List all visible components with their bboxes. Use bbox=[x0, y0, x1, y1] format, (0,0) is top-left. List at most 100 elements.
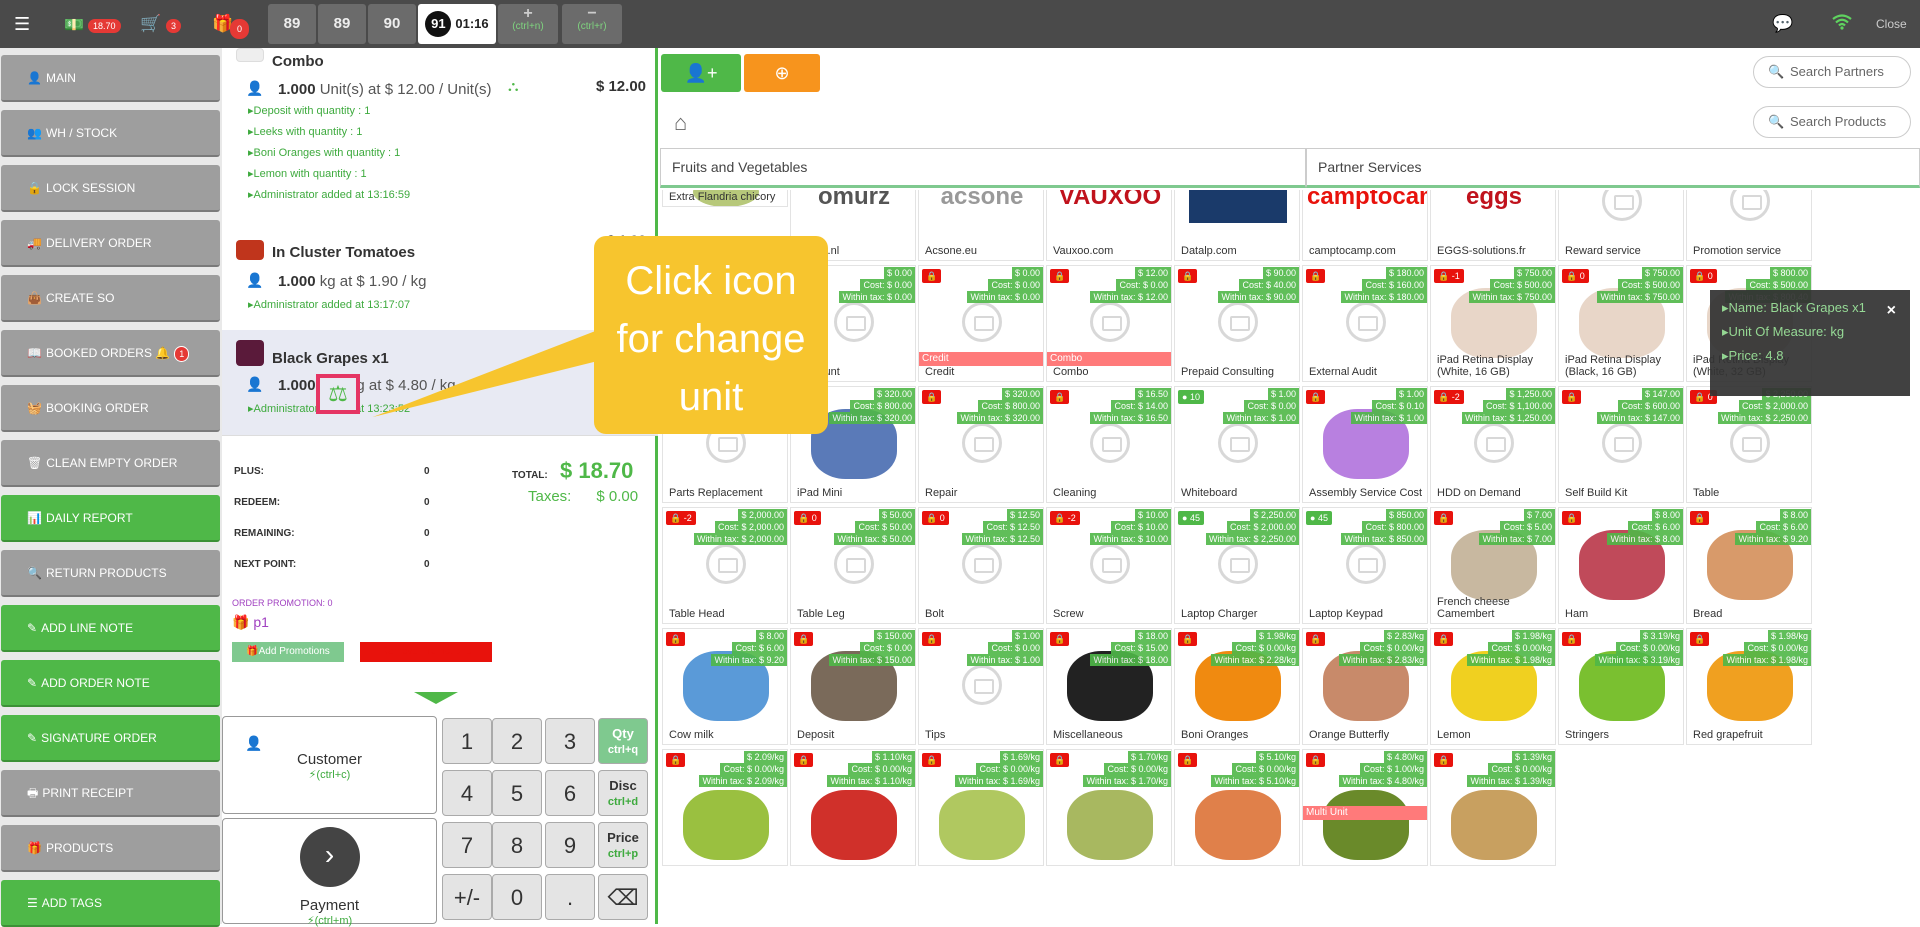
product-card[interactable]: 🔒 $ 12.00 Cost: $ 0.00 Within tax: $ 12.00… bbox=[1046, 265, 1172, 382]
product-card[interactable]: 🔒 $ 5.10/kg Cost: $ 0.00/kg Within tax: $ … bbox=[1174, 749, 1300, 866]
product-card[interactable]: 🔒 $ 2.83/kg Cost: $ 0.00/kg Within tax: $ … bbox=[1302, 628, 1428, 745]
nav-button[interactable]: 👤 MAIN bbox=[1, 55, 220, 102]
nav-button[interactable]: 🚚 DELIVERY ORDER bbox=[1, 220, 220, 267]
numpad-key[interactable]: 8 bbox=[492, 822, 542, 868]
order-tab[interactable]: 89 bbox=[318, 4, 366, 44]
product-card[interactable]: 🔒 -2 $ 10.00 Cost: $ 10.00 Within tax: $ 10… bbox=[1046, 507, 1172, 624]
product-card[interactable]: 🔒 $ 1.98/kg Cost: $ 0.00/kg Within tax: $ … bbox=[1430, 628, 1556, 745]
product-card[interactable]: 🔒 $ 1.70/kg Cost: $ 0.00/kg Within tax: $ … bbox=[1046, 749, 1172, 866]
home-icon[interactable]: ⌂ bbox=[674, 110, 687, 136]
product-card[interactable]: 🔒 -1 $ 750.00 Cost: $ 500.00 Within tax: $ … bbox=[1430, 265, 1556, 382]
backspace-icon[interactable]: ⌫ bbox=[598, 874, 648, 920]
product-card[interactable]: acsone● 15$ 999.99Cost: $ 0.00Within tax… bbox=[918, 190, 1044, 261]
remove-promotions-button[interactable]: Remove Promotions bbox=[360, 642, 492, 662]
product-card[interactable]: 🔒 $ 1.00 Cost: $ 0.10 Within tax: $ 1.00 As… bbox=[1302, 386, 1428, 503]
nav-button[interactable]: 👥 WH / STOCK bbox=[1, 110, 220, 157]
nav-button[interactable]: 🖶 PRINT RECEIPT bbox=[1, 770, 220, 817]
product-card[interactable]: camptocamp🔒 $ 999.99Cost: $ 0.00Within t… bbox=[1302, 190, 1428, 261]
product-card[interactable]: ● 45 $ 850.00 Cost: $ 800.00 Within tax: $ … bbox=[1302, 507, 1428, 624]
numpad-mode-button[interactable]: Price ctrl+p bbox=[598, 822, 648, 868]
product-card[interactable]: 🔒 $ 2.09/kg Cost: $ 0.00/kg Within tax: $ … bbox=[662, 749, 788, 866]
order-tab[interactable]: 90 bbox=[368, 4, 416, 44]
search-products-input[interactable]: 🔍 Search Products bbox=[1753, 106, 1911, 138]
product-card[interactable]: VAUXOO🔒 $ 999.99Cost: $ 0.00Within tax: … bbox=[1046, 190, 1172, 261]
numpad-key[interactable]: . bbox=[545, 874, 595, 920]
nav-button[interactable]: 📖 BOOKED ORDERS 🔔 1 bbox=[1, 330, 220, 377]
close-button[interactable]: Close bbox=[1876, 17, 1907, 31]
add-item-button[interactable]: ⊕ bbox=[744, 54, 820, 92]
product-card[interactable]: 🔒 $ 0.00Cost: $ 0.00Within tax: $ 0.00Pr… bbox=[1686, 190, 1812, 261]
product-card[interactable]: eggs🔒 $ 999.99Cost: $ 0.00Within tax: $ … bbox=[1430, 190, 1556, 261]
numpad-key[interactable]: 4 bbox=[442, 770, 492, 816]
product-card[interactable]: 🔒 $ 3.19/kg Cost: $ 0.00/kg Within tax: $ … bbox=[1558, 628, 1684, 745]
remove-order-button[interactable]: − (ctrl+r) bbox=[562, 4, 622, 44]
product-card[interactable]: 🔒 $ 16.50 Cost: $ 14.00 Within tax: $ 16.5… bbox=[1046, 386, 1172, 503]
order-tab-active[interactable]: 91 01:16 bbox=[418, 4, 496, 44]
numpad-mode-button[interactable]: Disc ctrl+d bbox=[598, 770, 648, 816]
numpad-key[interactable]: +/- bbox=[442, 874, 492, 920]
collapse-arrow-icon[interactable] bbox=[414, 692, 458, 704]
numpad-key[interactable]: 7 bbox=[442, 822, 492, 868]
product-card[interactable]: 🔒 $ 8.00 Cost: $ 6.00 Within tax: $ 9.20 Co… bbox=[662, 628, 788, 745]
numpad-key[interactable]: 3 bbox=[545, 718, 595, 764]
product-card[interactable]: 🔒 $ 1.69/kg Cost: $ 0.00/kg Within tax: $ … bbox=[918, 749, 1044, 866]
product-card[interactable]: 🔒 $ 0.00 Cost: $ 0.00 Within tax: $ 0.00 Cr… bbox=[918, 265, 1044, 382]
nav-button[interactable]: 🔍 RETURN PRODUCTS bbox=[1, 550, 220, 597]
product-card[interactable]: 🔒 $ 1.98/kg Cost: $ 0.00/kg Within tax: $ … bbox=[1686, 628, 1812, 745]
add-promotions-button[interactable]: 🎁Add Promotions bbox=[232, 642, 344, 662]
product-card[interactable]: 🔒 $ 8.00 Cost: $ 6.00 Within tax: $ 8.00 Ha… bbox=[1558, 507, 1684, 624]
product-card[interactable]: ● 10 $ 1.00 Cost: $ 0.00 Within tax: $ 1.00… bbox=[1174, 386, 1300, 503]
product-card[interactable]: 🔒 $ 0.00Cost: $ 0.00Within tax: $ 0.00Re… bbox=[1558, 190, 1684, 261]
product-card[interactable]: 🔒 $ 150.00 Cost: $ 0.00 Within tax: $ 150.… bbox=[790, 628, 916, 745]
product-card[interactable]: 🔒 -2 $ 2,000.00 Cost: $ 2,000.00 Within tax… bbox=[662, 507, 788, 624]
numpad-key[interactable]: 9 bbox=[545, 822, 595, 868]
product-card[interactable]: 🔒 $ 1.39/kg Cost: $ 0.00/kg Within tax: $ … bbox=[1430, 749, 1556, 866]
numpad-key[interactable]: 6 bbox=[545, 770, 595, 816]
scale-icon[interactable]: ⚖ bbox=[316, 374, 360, 414]
product-card[interactable]: 🔒 $ 7.00 Cost: $ 5.00 Within tax: $ 7.00 Fr… bbox=[1430, 507, 1556, 624]
nav-button[interactable]: 🧺 BOOKING ORDER bbox=[1, 385, 220, 432]
numpad-key[interactable]: 1 bbox=[442, 718, 492, 764]
product-card[interactable]: 🔒 $ 180.00 Cost: $ 160.00 Within tax: $ 18… bbox=[1302, 265, 1428, 382]
product-card[interactable]: 🔒 0 $ 50.00 Cost: $ 50.00 Within tax: $ 50.… bbox=[790, 507, 916, 624]
product-card[interactable]: 🔒 0$ 2,250.00Cost: $ 2,000.00Within tax:… bbox=[1686, 386, 1812, 503]
numpad-key[interactable]: 0 bbox=[492, 874, 542, 920]
add-order-button[interactable]: + (ctrl+n) bbox=[498, 4, 558, 44]
nav-button[interactable]: 🔒 LOCK SESSION bbox=[1, 165, 220, 212]
category-fruits-vegetables[interactable]: Fruits and Vegetables bbox=[660, 148, 1306, 188]
nav-button[interactable]: ✎ ADD ORDER NOTE bbox=[1, 660, 220, 707]
product-card[interactable]: 🔒 $ 4.80/kg Cost: $ 1.00/kg Within tax: $ … bbox=[1302, 749, 1428, 866]
product-card[interactable]: 🔒 $ 999.99Cost: $ 0.00Within tax: $ 999.… bbox=[1174, 190, 1300, 261]
product-card[interactable]: 🔒 -2 $ 1,250.00 Cost: $ 1,100.00 Within tax… bbox=[1430, 386, 1556, 503]
customer-button[interactable]: 👤 Customer ⚡(ctrl+c) bbox=[222, 716, 437, 814]
numpad-key[interactable]: 5 bbox=[492, 770, 542, 816]
order-line[interactable]: In Cluster Tomatoes $ 1.90 👤 1.000 kg at… bbox=[222, 230, 658, 330]
order-tab[interactable]: 89 bbox=[268, 4, 316, 44]
product-card[interactable]: 🔒 $ 1.10/kg Cost: $ 0.00/kg Within tax: $ … bbox=[790, 749, 916, 866]
product-card[interactable]: 🔒 $ 147.00Cost: $ 600.00Within tax: $ 14… bbox=[1558, 386, 1684, 503]
nav-button[interactable]: 📊 DAILY REPORT bbox=[1, 495, 220, 542]
product-card[interactable]: 🔒 $ 1.00 Cost: $ 0.00 Within tax: $ 1.00 Ti… bbox=[918, 628, 1044, 745]
chat-icon[interactable]: 💬 bbox=[1772, 14, 1793, 34]
product-card[interactable]: 🔒 $ 18.00 Cost: $ 15.00 Within tax: $ 18.0… bbox=[1046, 628, 1172, 745]
payment-button[interactable]: › Payment ⚡(ctrl+m) bbox=[222, 818, 437, 927]
nav-button[interactable]: 🗑 CLEAN EMPTY ORDER bbox=[1, 440, 220, 487]
numpad-mode-button[interactable]: Qty ctrl+q bbox=[598, 718, 648, 764]
category-partner-services[interactable]: Partner Services bbox=[1306, 148, 1920, 188]
product-card[interactable]: 🔒 $ 8.00 Cost: $ 6.00 Within tax: $ 9.20 Br… bbox=[1686, 507, 1812, 624]
cash-icon[interactable]: 💵 bbox=[64, 15, 84, 35]
product-card[interactable]: 🔒 $ 320.00 Cost: $ 800.00 Within tax: $ 32… bbox=[918, 386, 1044, 503]
product-card[interactable]: 🔒 $ 1.98/kg Cost: $ 0.00/kg Within tax: $ … bbox=[1174, 628, 1300, 745]
close-icon[interactable]: × bbox=[1887, 302, 1896, 320]
product-card[interactable]: 🔒 $ 90.00 Cost: $ 40.00 Within tax: $ 90.0… bbox=[1174, 265, 1300, 382]
order-line[interactable]: Combo 👤 1.000 Unit(s) at $ 12.00 / Unit(… bbox=[222, 48, 658, 230]
nav-button[interactable]: ☰ ADD TAGS bbox=[1, 880, 220, 927]
numpad-key[interactable]: 2 bbox=[492, 718, 542, 764]
menu-icon[interactable]: ☰ bbox=[14, 14, 30, 35]
product-card[interactable]: 🔒 0 $ 750.00 Cost: $ 500.00 Within tax: $ 7… bbox=[1558, 265, 1684, 382]
product-card[interactable]: ● 45 $ 2,250.00 Cost: $ 2,000.00 Within tax… bbox=[1174, 507, 1300, 624]
nav-button[interactable]: 🎁 PRODUCTS bbox=[1, 825, 220, 872]
product-card[interactable]: Extra Flandria chicory bbox=[662, 190, 788, 207]
search-partners-input[interactable]: 🔍 Search Partners bbox=[1753, 56, 1911, 88]
nav-button[interactable]: ✎ ADD LINE NOTE bbox=[1, 605, 220, 652]
